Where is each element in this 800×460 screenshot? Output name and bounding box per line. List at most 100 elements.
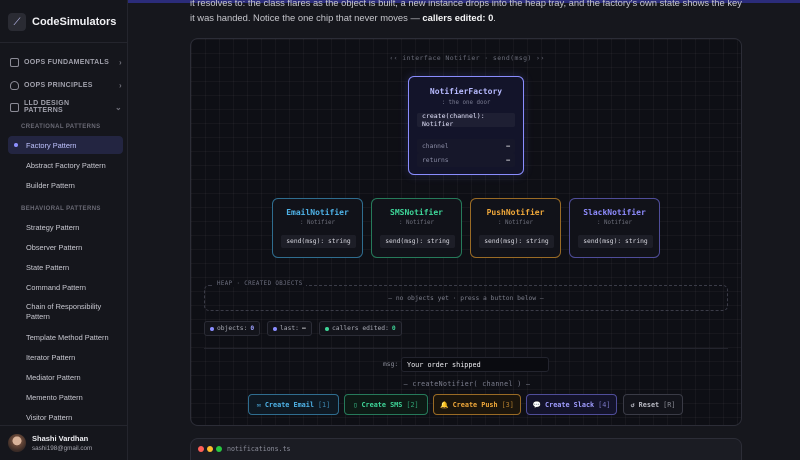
state-value: — [506,142,510,150]
sidebar-section-oops-principles[interactable]: OOPS PRINCIPLES › [10,77,122,93]
code-icon: ⟋ [8,13,26,31]
create-push-button[interactable]: 🔔 Create Push [3] [433,394,521,415]
sidebar-item-visitor-pattern[interactable]: Visitor Pattern [8,408,123,426]
product-method: send(msg): string [281,235,356,248]
panel-divider [204,348,728,349]
code-window-titlebar: notifications.ts [190,438,742,460]
factory-simulator-panel: ‹‹ interface Notifier · send(msg) ›› Not… [190,38,742,426]
create-sms-button[interactable]: ▯ Create SMS [2] [344,394,428,415]
stat-chip-objects: objects: 0 [204,321,261,336]
shortcut-key: [R] [663,400,676,409]
heap-empty-message: — no objects yet · press a button below … [388,295,544,302]
sidebar-item-factory-pattern[interactable]: Factory Pattern [8,136,123,154]
bell-icon: 🔔 [440,400,449,409]
product-title: EmailNotifier [286,208,349,217]
status-dot [210,326,214,331]
user-profile[interactable]: Shashi Vardhan sashi198@gmail.com [0,425,128,460]
stat-value: 0 [391,325,396,332]
stat-chip-callers-edited: callers edited: 0 [319,321,402,336]
sidebar-item-state-pattern[interactable]: State Pattern [8,258,123,276]
shortcut-key: [1] [317,400,331,409]
sidebar-item-observer-pattern[interactable]: Observer Pattern [8,238,123,256]
factory-call-label: — createNotifier( channel ) — [403,380,531,388]
msg-input[interactable] [401,357,549,372]
sidebar-item-mediator-pattern[interactable]: Mediator Pattern [8,368,123,386]
button-label: Reset [638,400,660,409]
button-label: Create Push [452,400,498,409]
heap-tray: HEAP · CREATED OBJECTS — no objects yet … [204,281,728,311]
subsection-label-creational: CREATIONAL PATTERNS [21,124,101,130]
chevron-right-icon: › [119,57,122,67]
product-title: SMSNotifier [390,208,443,217]
factory-state-returns: returns — [417,153,515,167]
reset-button[interactable]: ↺ Reset [R] [623,394,683,415]
product-box-sms: SMSNotifier : Notifier send(msg): string [371,198,462,258]
heap-label: HEAP · CREATED OBJECTS [214,281,306,287]
chat-icon: 💬 [532,400,542,409]
interface-label: ‹‹ interface Notifier · send(msg) ›› [389,54,545,62]
product-stereotype: : Notifier [498,220,533,226]
button-label: Create SMS [361,400,403,409]
section-label: LLD DESIGN PATTERNS [23,100,70,114]
subsection-label-behavioral: BEHAVIORAL PATTERNS [21,206,101,212]
product-box-email: EmailNotifier : Notifier send(msg): stri… [272,198,363,258]
code-filename: notifications.ts [227,445,291,453]
product-box-slack: SlackNotifier : Notifier send(msg): stri… [569,198,660,258]
section-label: OOPS PRINCIPLES [24,81,93,89]
user-name: Shashi Vardhan [32,434,89,443]
product-method: send(msg): string [479,235,554,248]
factory-state-channel: channel — [417,139,515,153]
shortcut-key: [4] [598,400,611,409]
phone-icon: ▯ [353,400,358,409]
user-email: sashi198@gmail.com [32,445,93,452]
product-stereotype: : Notifier [597,220,632,226]
sidebar-item-abstract-factory-pattern[interactable]: Abstract Factory Pattern [8,156,123,174]
product-method: send(msg): string [578,235,653,248]
product-stereotype: : Notifier [300,220,335,226]
intro-line-1: it resolves to: the class flares as the … [190,0,742,8]
sidebar-section-lld-design-patterns[interactable]: LLD DESIGN PATTERNS ⌄ [10,99,122,115]
stat-label: last: [280,325,299,332]
create-slack-button[interactable]: 💬 Create Slack [4] [526,394,617,415]
state-value: — [506,156,510,164]
product-stereotype: : Notifier [399,220,434,226]
factory-title: NotifierFactory [429,87,503,96]
shield-icon [10,80,19,90]
shortcut-key: [3] [501,400,514,409]
stat-value: — [301,325,306,332]
window-minimize-dot[interactable] [207,446,213,452]
sidebar-item-command-pattern[interactable]: Command Pattern [8,278,123,296]
product-method: send(msg): string [380,235,455,248]
sidebar-item-memento-pattern[interactable]: Memento Pattern [8,388,123,406]
factory-stereotype: : the one door [441,100,491,106]
sidebar-item-builder-pattern[interactable]: Builder Pattern [8,176,123,194]
reset-icon: ↺ [630,400,635,409]
chevron-down-icon: ⌄ [114,102,122,112]
state-label: returns [422,156,449,164]
sidebar-divider [0,42,128,43]
brand[interactable]: ⟋ CodeSimulators [8,10,116,34]
product-title: PushNotifier [486,208,545,217]
mail-icon: ✉ [256,400,261,409]
stat-label: objects: [217,325,248,332]
sidebar-item-chain-of-responsibility-pattern[interactable]: Chain of Responsibility Pattern [8,299,123,325]
sidebar-item-strategy-pattern[interactable]: Strategy Pattern [8,218,123,236]
window-maximize-dot[interactable] [216,446,222,452]
section-label: OOPS FUNDAMENTALS [24,58,110,66]
sidebar-item-iterator-pattern[interactable]: Iterator Pattern [8,348,123,366]
create-email-button[interactable]: ✉ Create Email [1] [248,394,339,415]
sidebar-section-oops-fundamentals[interactable]: OOPS FUNDAMENTALS › [10,54,122,70]
intro-text-segment: it was handed. Notice the one chip that … [190,12,423,23]
layers-icon [10,102,19,112]
sidebar-item-template-method-pattern[interactable]: Template Method Pattern [8,328,123,346]
intro-line-2: it was handed. Notice the one chip that … [190,11,496,25]
stat-label: callers edited: [332,325,389,332]
window-close-dot[interactable] [198,446,204,452]
stat-chip-last: last: — [267,321,312,336]
msg-label: msg: [383,361,399,368]
status-dot [325,326,329,331]
factory-method: create(channel): Notifier [417,112,515,128]
state-label: channel [422,142,449,150]
button-label: Create Email [264,400,314,409]
book-icon [10,57,19,67]
